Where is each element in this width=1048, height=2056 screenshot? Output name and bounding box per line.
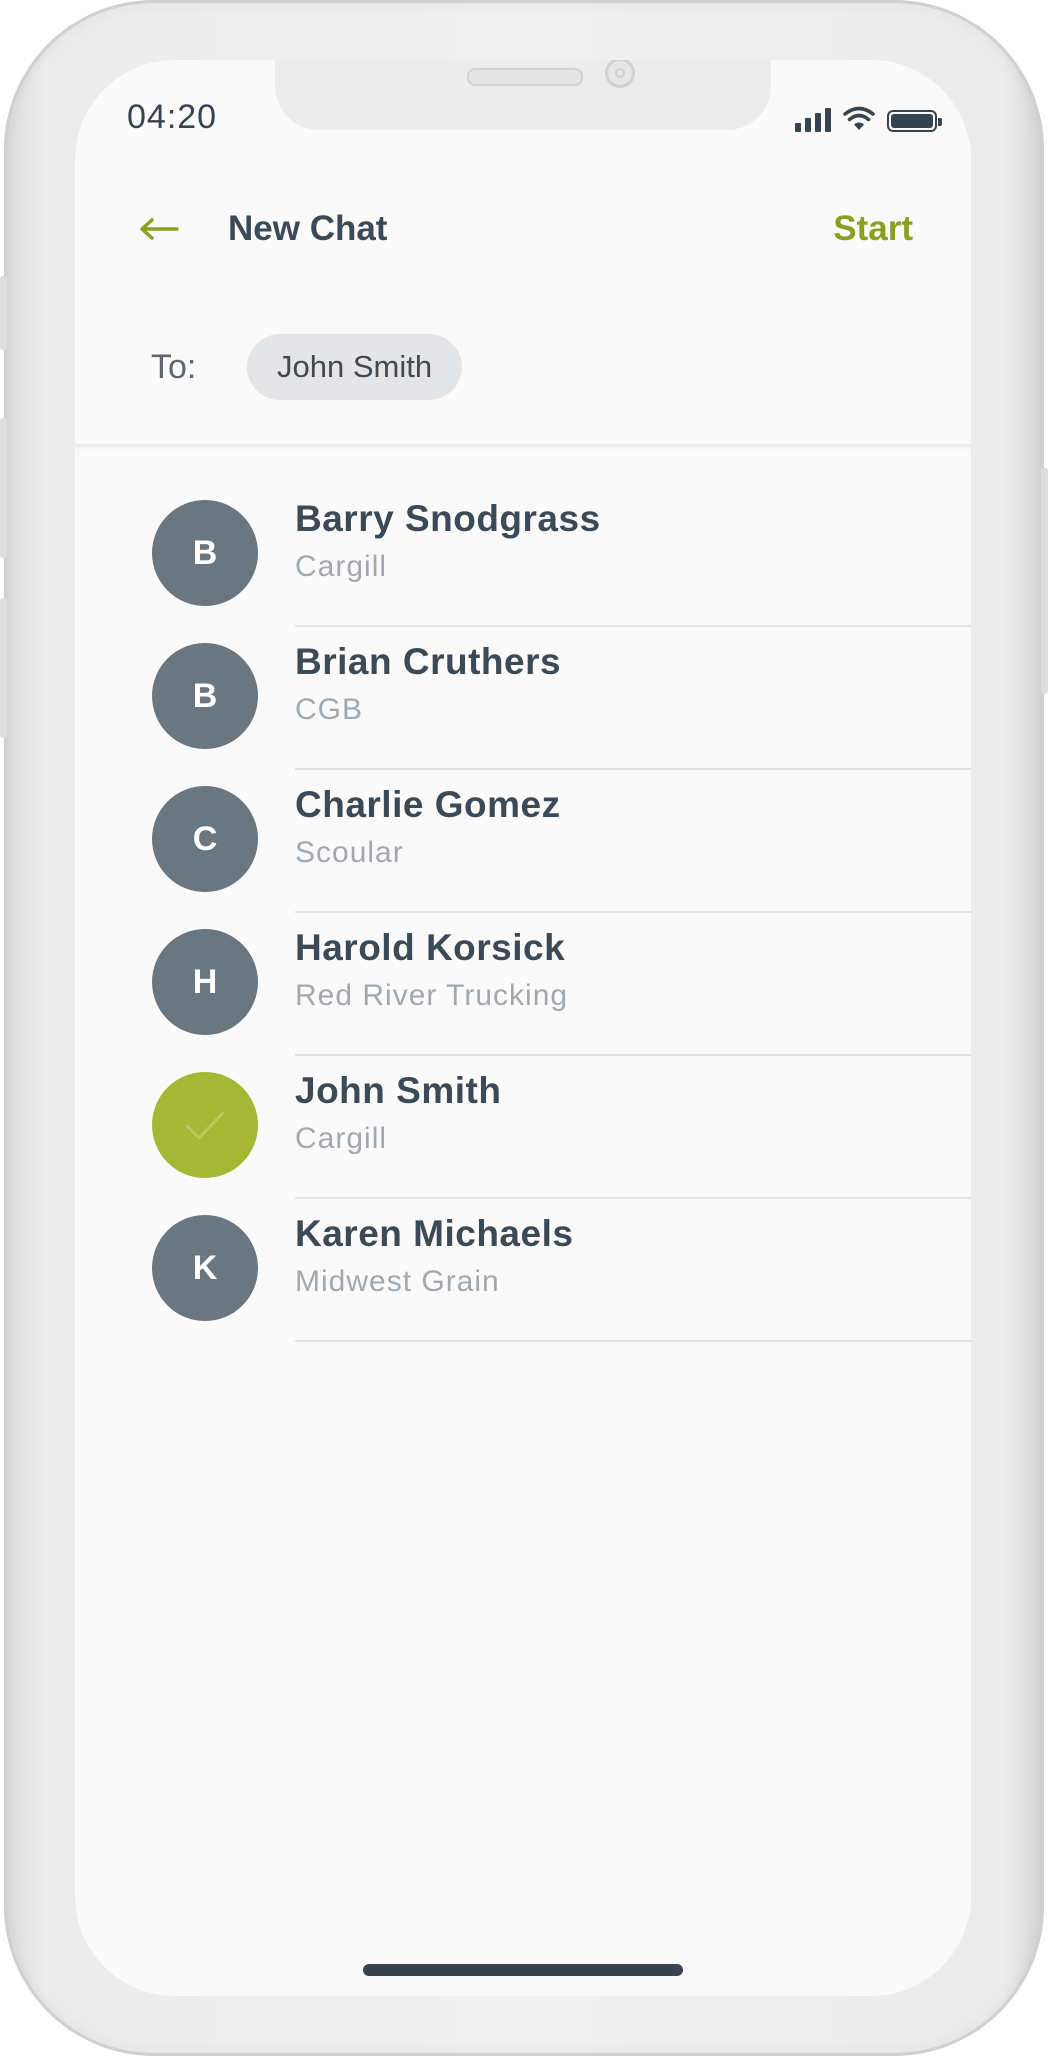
- avatar: B: [152, 500, 258, 606]
- phone-power-button: [1041, 468, 1048, 694]
- speaker-grille: [467, 68, 583, 86]
- status-icons: [795, 102, 942, 132]
- contact-name: Barry Snodgrass: [295, 498, 601, 539]
- arrow-left-icon[interactable]: [139, 217, 179, 241]
- contact-list: B Barry Snodgrass Cargill B Brian Cruthe…: [75, 484, 971, 1342]
- start-button[interactable]: Start: [833, 209, 913, 249]
- contact-item-selected[interactable]: John Smith Cargill: [75, 1056, 971, 1199]
- phone-screen: 04:20 New Chat Start To: John Smith B Ba…: [75, 60, 971, 1996]
- contact-item[interactable]: K Karen Michaels Midwest Grain: [75, 1199, 971, 1342]
- contact-company: Midwest Grain: [295, 1265, 500, 1298]
- wifi-icon: [843, 106, 875, 130]
- app-header: New Chat Start: [75, 170, 971, 290]
- front-camera: [605, 60, 635, 88]
- recipient-row: To: John Smith: [75, 296, 971, 447]
- avatar: C: [152, 786, 258, 892]
- recipient-chip[interactable]: John Smith: [247, 334, 463, 400]
- contact-name: Karen Michaels: [295, 1213, 574, 1254]
- contact-name: Charlie Gomez: [295, 784, 561, 825]
- contact-item[interactable]: B Barry Snodgrass Cargill: [75, 484, 971, 627]
- avatar: H: [152, 929, 258, 1035]
- avatar: B: [152, 643, 258, 749]
- contact-item[interactable]: B Brian Cruthers CGB: [75, 627, 971, 770]
- page-title: New Chat: [228, 209, 388, 248]
- to-label: To:: [151, 348, 197, 386]
- status-time: 04:20: [127, 98, 218, 136]
- contact-name: Harold Korsick: [295, 927, 566, 968]
- contact-name: Brian Cruthers: [295, 641, 562, 682]
- contact-company: Scoular: [295, 836, 404, 869]
- phone-volume-down: [0, 598, 7, 738]
- contact-company: Cargill: [295, 550, 388, 583]
- contact-item[interactable]: C Charlie Gomez Scoular: [75, 770, 971, 913]
- phone-mute-switch: [0, 276, 7, 350]
- signal-icon: [795, 108, 831, 132]
- contact-company: Cargill: [295, 1122, 388, 1155]
- contact-item[interactable]: H Harold Korsick Red River Trucking: [75, 913, 971, 1056]
- checkmark-icon: [185, 1111, 225, 1140]
- contact-name: John Smith: [295, 1070, 502, 1111]
- contact-company: Red River Trucking: [295, 979, 569, 1012]
- home-indicator[interactable]: [363, 1964, 683, 1976]
- battery-icon: [887, 110, 942, 132]
- avatar: K: [152, 1215, 258, 1321]
- phone-volume-up: [0, 418, 7, 558]
- avatar-selected: [152, 1072, 258, 1178]
- contact-company: CGB: [295, 693, 364, 726]
- divider: [295, 1340, 971, 1342]
- notch: [275, 60, 771, 130]
